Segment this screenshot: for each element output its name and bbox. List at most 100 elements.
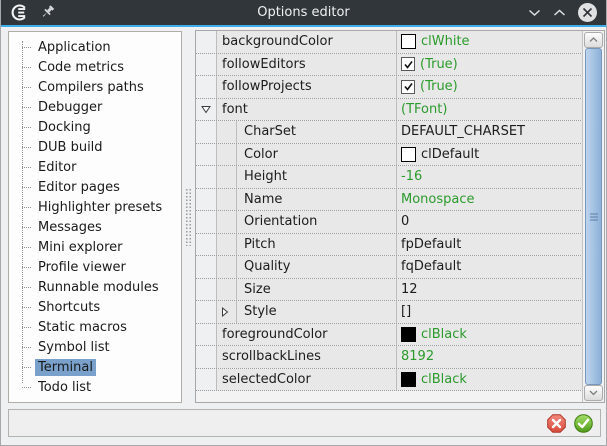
sidebar-item-editor-pages[interactable]: Editor pages [9,177,181,197]
roll-down-icon[interactable] [528,9,541,17]
panel-splitter[interactable] [183,31,194,403]
property-row-scrollbackLines[interactable]: scrollbackLines8192 [196,346,583,369]
property-name-cell[interactable]: font [216,99,396,121]
color-swatch[interactable] [401,327,416,342]
property-name-cell[interactable]: Size [216,279,396,301]
sidebar-item-messages[interactable]: Messages [9,217,181,237]
property-row-selectedColor[interactable]: selectedColorclBlack [196,369,583,392]
accept-button[interactable] [574,414,593,433]
property-name-cell[interactable]: followProjects [216,76,396,98]
property-name-cell[interactable]: Style [216,301,396,323]
scroll-up-button[interactable] [584,32,603,48]
property-name-cell[interactable]: Height [216,166,396,188]
property-row-Color[interactable]: ColorclDefault [196,144,583,167]
scrollbar-thumb[interactable] [585,48,602,385]
sidebar-item-debugger[interactable]: Debugger [9,97,181,117]
property-name-cell[interactable]: Name [216,189,396,211]
property-value-cell[interactable]: 12 [396,279,583,301]
property-name-cell[interactable]: backgroundColor [216,31,396,53]
cancel-button[interactable] [547,414,566,433]
color-swatch[interactable] [401,372,416,387]
property-row-Quality[interactable]: QualityfqDefault [196,256,583,279]
property-value-cell[interactable]: (True) [396,76,583,98]
property-name-cell[interactable]: Quality [216,256,396,278]
property-row-Orientation[interactable]: Orientation0 [196,211,583,234]
property-name: backgroundColor [222,34,333,49]
property-row-font[interactable]: font(TFont) [196,99,583,122]
property-name-cell[interactable]: followEditors [216,54,396,76]
property-name-cell[interactable]: Orientation [216,211,396,233]
property-value-cell[interactable]: 0 [396,211,583,233]
property-name-cell[interactable]: selectedColor [216,369,396,391]
vertical-scrollbar[interactable] [582,31,604,402]
sidebar-item-shortcuts[interactable]: Shortcuts [9,297,181,317]
sidebar-item-compilers-paths[interactable]: Compilers paths [9,77,181,97]
sidebar-item-label: Compilers paths [35,79,147,96]
property-value-cell[interactable]: -16 [396,166,583,188]
sidebar-item-static-macros[interactable]: Static macros [9,317,181,337]
sidebar-item-profile-viewer[interactable]: Profile viewer [9,257,181,277]
property-value-cell[interactable]: clBlack [396,324,583,346]
property-value-cell[interactable]: fpDefault [396,234,583,256]
property-value-cell[interactable]: fqDefault [396,256,583,278]
pin-icon[interactable] [41,5,56,20]
property-name-cell[interactable]: scrollbackLines [216,346,396,368]
sidebar-item-todo-list[interactable]: Todo list [9,377,181,397]
property-rows: backgroundColor clWhitefollowEditors(True… [196,31,583,402]
close-icon[interactable] [578,3,597,22]
property-row-followProjects[interactable]: followProjects(True) [196,76,583,99]
tree-connector [22,147,31,148]
value-checkbox[interactable] [401,80,415,94]
property-value-cell[interactable]: clDefault [396,144,583,166]
property-row-followEditors[interactable]: followEditors(True) [196,54,583,77]
sidebar-item-terminal[interactable]: Terminal [9,357,181,377]
value-checkbox[interactable] [401,57,415,71]
sidebar-item-editor[interactable]: Editor [9,157,181,177]
sidebar-item-highlighter-presets[interactable]: Highlighter presets [9,197,181,217]
sidebar-item-application[interactable]: Application [9,37,181,57]
property-value-cell[interactable]: (TFont) [396,99,583,121]
sidebar-item-mini-explorer[interactable]: Mini explorer [9,237,181,257]
property-value-cell[interactable]: 8192 [396,346,583,368]
property-value-cell[interactable]: (True) [396,54,583,76]
color-swatch[interactable] [401,147,416,162]
property-value-cell[interactable]: [] [396,301,583,323]
property-value-cell[interactable]: DEFAULT_CHARSET [396,121,583,143]
tree-connector [22,287,31,288]
property-value-cell[interactable]: Monospace [396,189,583,211]
tree-connector [22,307,31,308]
property-name-cell[interactable]: Pitch [216,234,396,256]
property-row-Style[interactable]: Style[] [196,301,583,324]
tree-connector [22,247,31,248]
titlebar: Options editor [1,0,606,25]
expander-closed-icon[interactable] [221,307,229,317]
property-name-cell[interactable]: foregroundColor [216,324,396,346]
property-name-cell[interactable]: Color [216,144,396,166]
property-row-Name[interactable]: NameMonospace [196,189,583,212]
property-value-cell[interactable]: clBlack [396,369,583,391]
property-row-Pitch[interactable]: PitchfpDefault [196,234,583,257]
property-row-backgroundColor[interactable]: backgroundColor clWhite [196,31,583,54]
row-gutter [196,31,216,53]
roll-up-icon[interactable] [553,9,566,17]
property-row-CharSet[interactable]: CharSetDEFAULT_CHARSET [196,121,583,144]
sidebar-item-docking[interactable]: Docking [9,117,181,137]
property-value: -16 [401,169,422,184]
sidebar-item-code-metrics[interactable]: Code metrics [9,57,181,77]
sidebar-item-runnable-modules[interactable]: Runnable modules [9,277,181,297]
sidebar-item-dub-build[interactable]: DUB build [9,137,181,157]
sidebar-item-label: Terminal [35,359,96,376]
expander-open-icon[interactable] [201,105,211,114]
property-row-foregroundColor[interactable]: foregroundColorclBlack [196,324,583,347]
row-gutter [196,121,216,143]
property-row-Size[interactable]: Size12 [196,279,583,302]
scroll-down-button[interactable] [584,385,603,401]
property-value-cell[interactable]: clWhite [396,31,583,53]
sidebar-item-symbol-list[interactable]: Symbol list [9,337,181,357]
property-row-Height[interactable]: Height -16 [196,166,583,189]
row-gutter [196,324,216,346]
property-name-cell[interactable]: CharSet [216,121,396,143]
row-gutter [196,166,216,188]
color-swatch[interactable] [401,34,416,49]
sidebar-item-label: Profile viewer [35,259,129,276]
